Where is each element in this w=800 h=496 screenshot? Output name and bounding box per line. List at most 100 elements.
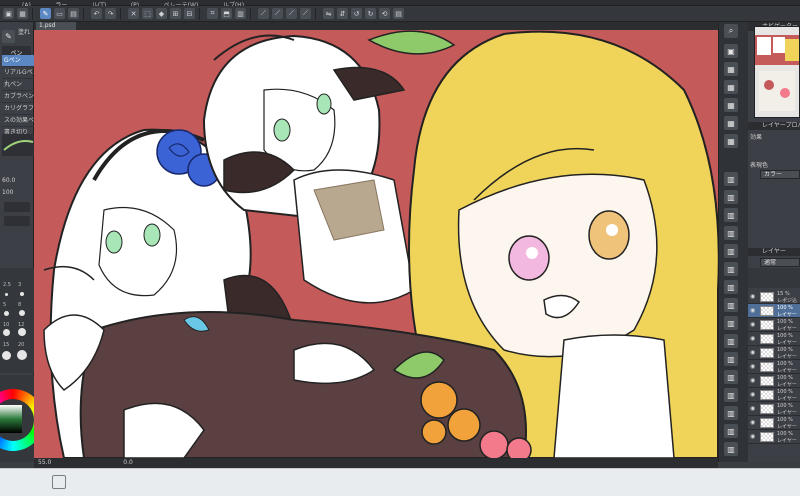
- layer-row[interactable]: ◉ 100 % レイヤー: [748, 388, 800, 402]
- brush-size-dot[interactable]: [20, 292, 24, 296]
- brush-size-dot[interactable]: [4, 311, 9, 316]
- eye-icon[interactable]: ◉: [750, 308, 756, 314]
- layer-panel-icon[interactable]: ▥: [724, 370, 738, 384]
- rotate-right-icon[interactable]: ↻: [365, 8, 376, 19]
- eye-icon[interactable]: ◉: [750, 336, 756, 342]
- canvas-view-icon[interactable]: ▣: [3, 8, 14, 19]
- grid-icon[interactable]: ▦: [17, 8, 28, 19]
- layer-row[interactable]: ◉ 100 % レイヤー: [748, 374, 800, 388]
- layer-opacity-row[interactable]: [748, 268, 800, 288]
- layer-row[interactable]: ◉ 15 % レポジ込: [748, 290, 800, 304]
- stabilization-slider[interactable]: [4, 216, 30, 226]
- zoom-readout: 55.0: [38, 459, 52, 466]
- document-tab[interactable]: 1.psd: [36, 22, 76, 30]
- redo-icon[interactable]: ↷: [105, 8, 116, 19]
- layer-panel-icon[interactable]: ▥: [724, 334, 738, 348]
- eye-icon[interactable]: ◉: [750, 434, 756, 440]
- transform-icon[interactable]: ⬚: [142, 8, 153, 19]
- search-icon[interactable]: ⌕: [724, 24, 738, 38]
- layer-panel-icon[interactable]: ▥: [724, 208, 738, 222]
- brush-size-dot[interactable]: [19, 310, 25, 316]
- canvas-illustration[interactable]: [34, 30, 718, 458]
- subtool-item-real-g-pen[interactable]: リアルGペン: [2, 67, 34, 79]
- subtool-item-round-pen[interactable]: 丸ペン: [2, 79, 34, 91]
- layer-panel-icon[interactable]: ▥: [724, 352, 738, 366]
- ruler-icon[interactable]: ⟋: [258, 8, 269, 19]
- layer-row[interactable]: ◉ 100 % レイヤー: [748, 402, 800, 416]
- crop-icon[interactable]: ⌗: [207, 8, 218, 19]
- subtool-item-kabura-pen[interactable]: カブラペン: [2, 91, 34, 103]
- layer-icon[interactable]: ▥: [235, 8, 246, 19]
- layer-row[interactable]: ◉ 100 % レイヤー: [748, 360, 800, 374]
- color-square[interactable]: [0, 405, 22, 433]
- fill-icon[interactable]: ◆: [156, 8, 167, 19]
- flip-vertical-icon[interactable]: ⇵: [337, 8, 348, 19]
- reset-rotation-icon[interactable]: ⟲: [379, 8, 390, 19]
- layer-panel-icon[interactable]: ▥: [724, 190, 738, 204]
- save-icon[interactable]: ▤: [68, 8, 79, 19]
- eye-icon[interactable]: ◉: [750, 364, 756, 370]
- opacity-row[interactable]: 100: [2, 188, 34, 197]
- material-icon[interactable]: ▦: [724, 134, 738, 148]
- material-icon[interactable]: ▦: [724, 62, 738, 76]
- deselect-icon[interactable]: ⊟: [184, 8, 195, 19]
- brush-size-dot[interactable]: [18, 328, 26, 336]
- material-icon[interactable]: ▦: [724, 98, 738, 112]
- brush-size-dot[interactable]: [5, 293, 8, 296]
- layer-panel-icon[interactable]: ▥: [724, 244, 738, 258]
- settings-icon[interactable]: ▤: [393, 8, 404, 19]
- layer-row[interactable]: ◉ 100 % レイヤー: [748, 430, 800, 444]
- material-icon[interactable]: ▦: [724, 80, 738, 94]
- undo-icon[interactable]: ↶: [91, 8, 102, 19]
- eye-icon[interactable]: ◉: [750, 294, 756, 300]
- blend-mode-dropdown[interactable]: 通常: [760, 258, 800, 267]
- layer-panel-icon[interactable]: ▥: [724, 280, 738, 294]
- layer-row[interactable]: ◉ 100 % レイヤー: [748, 304, 800, 318]
- layer-panel-icon[interactable]: ▥: [724, 298, 738, 312]
- canvas-area[interactable]: [34, 30, 718, 458]
- expression-color-dropdown[interactable]: カラー: [760, 170, 800, 179]
- layer-panel-icon[interactable]: ▥: [724, 388, 738, 402]
- antialias-selector[interactable]: [4, 202, 30, 212]
- clear-icon[interactable]: ✕: [128, 8, 139, 19]
- layer-row[interactable]: ◉ 100 % レイヤー: [748, 318, 800, 332]
- snap-icon[interactable]: ⟋: [286, 8, 297, 19]
- eye-icon[interactable]: ◉: [750, 350, 756, 356]
- layer-panel-icon[interactable]: ▥: [724, 316, 738, 330]
- subtool-item-g-pen[interactable]: Gペン: [2, 55, 34, 67]
- layer-panel-icon[interactable]: ▥: [724, 406, 738, 420]
- layer-panel-icon[interactable]: ▥: [724, 226, 738, 240]
- eye-highlight: [526, 247, 538, 259]
- layer-panel-icon[interactable]: ▥: [724, 172, 738, 186]
- layer-thumbnail: [760, 432, 774, 442]
- snap-icon[interactable]: ⟋: [300, 8, 311, 19]
- eye-icon[interactable]: ◉: [750, 420, 756, 426]
- layer-row[interactable]: ◉ 100 % レイヤー: [748, 416, 800, 430]
- navigator-thumbnail[interactable]: [754, 26, 800, 118]
- rotate-left-icon[interactable]: ↺: [351, 8, 362, 19]
- layer-row[interactable]: ◉ 100 % レイヤー: [748, 346, 800, 360]
- brush-size-dot[interactable]: [3, 329, 10, 336]
- brush-size-dot[interactable]: [17, 350, 27, 360]
- material-icon[interactable]: ▦: [724, 116, 738, 130]
- subtool-item-effect-pen[interactable]: スの効果ペン: [2, 115, 34, 127]
- new-file-icon[interactable]: ▭: [54, 8, 65, 19]
- layer-panel-icon[interactable]: ▥: [724, 262, 738, 276]
- selection-icon[interactable]: ⬒: [221, 8, 232, 19]
- layer-row[interactable]: ◉ 100 % レイヤー: [748, 332, 800, 346]
- eye-icon[interactable]: ◉: [750, 378, 756, 384]
- eye-icon[interactable]: ◉: [750, 392, 756, 398]
- sub-view-icon[interactable]: ▣: [724, 44, 738, 58]
- flip-horizontal-icon[interactable]: ⇋: [323, 8, 334, 19]
- subtool-item-calligraphy[interactable]: カリグラフィ: [2, 103, 34, 115]
- eye-icon[interactable]: ◉: [750, 322, 756, 328]
- ruler-icon[interactable]: ⟋: [272, 8, 283, 19]
- layer-panel-icon[interactable]: ▥: [724, 424, 738, 438]
- brush-size-row[interactable]: 60.0: [2, 176, 34, 185]
- task-view-icon[interactable]: [52, 475, 66, 489]
- brush-size-dot[interactable]: [2, 351, 11, 360]
- pen-tool-icon[interactable]: ✎: [40, 8, 51, 19]
- layer-panel-icon[interactable]: ▥: [724, 442, 738, 456]
- select-all-icon[interactable]: ⊞: [170, 8, 181, 19]
- eye-icon[interactable]: ◉: [750, 406, 756, 412]
